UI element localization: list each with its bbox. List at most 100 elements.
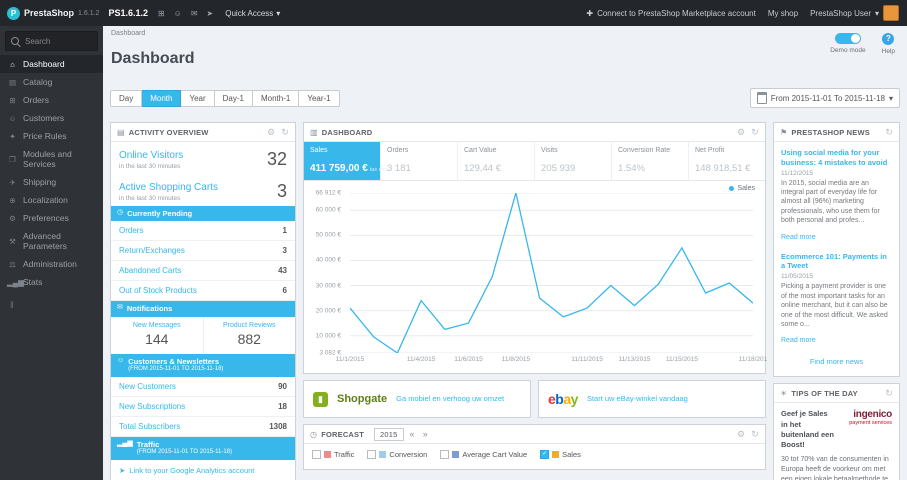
kpi-value: 1.54%	[618, 163, 645, 174]
product-reviews-cell[interactable]: Product Reviews 882	[202, 316, 296, 354]
news-panel-title: PRESTASHOP NEWS	[791, 127, 870, 137]
sidebar-item-advanced-parameters[interactable]: ⚒ Advanced Parameters	[0, 227, 103, 255]
sidebar-item-label: Preferences	[23, 213, 69, 223]
sidebar-item-orders[interactable]: ⊞ Orders	[0, 91, 103, 109]
read-more-link[interactable]: Read more	[781, 337, 816, 344]
help-control: ? Help	[882, 33, 895, 55]
sidebar-item-preferences[interactable]: ⚙ Preferences	[0, 209, 103, 227]
sidebar-item-stats[interactable]: ▂▄▆ Stats	[0, 273, 103, 291]
refresh-icon[interactable]: ↻	[885, 127, 893, 138]
catalog-icon: ▤	[8, 77, 17, 87]
read-more-link[interactable]: Read more	[781, 234, 816, 241]
checkbox[interactable]	[367, 450, 377, 459]
next-icon[interactable]: »	[421, 429, 430, 439]
forecast-legend-traffic[interactable]: Traffic	[312, 450, 354, 459]
news-column: ⚑ PRESTASHOP NEWS ↻ Using social media f…	[773, 122, 900, 480]
kpi-orders[interactable]: Orders 3 181	[381, 142, 458, 180]
gear-icon[interactable]: ⚙	[737, 127, 745, 138]
google-analytics-link[interactable]: Link to your Google Analytics account	[129, 466, 254, 475]
out-of-stock-link[interactable]: Out of Stock Products	[119, 286, 197, 295]
abandoned-carts-link[interactable]: Abandoned Carts	[119, 266, 181, 275]
gear-icon[interactable]: ⚙	[267, 127, 275, 138]
updates-icon[interactable]: ➤	[207, 9, 214, 18]
marketplace-connect-link[interactable]: ✚ Connect to PrestaShop Marketplace acco…	[586, 9, 755, 18]
active-carts-link[interactable]: Active Shopping Carts	[119, 182, 218, 193]
sidebar-item-customers[interactable]: ☺ Customers	[0, 109, 103, 127]
date-range-picker[interactable]: From 2015-11-01 To 2015-11-18 ▾	[749, 88, 900, 108]
period-month-1-button[interactable]: Month-1	[252, 89, 300, 107]
sidebar-item-price-rules[interactable]: ✦ Price Rules	[0, 127, 103, 145]
kpi-cart-value[interactable]: Cart Value 129,44 €	[458, 142, 535, 180]
online-visitors-metric: Online Visitors in the last 30 minutes 3…	[111, 142, 295, 174]
find-more-news-link[interactable]: Find more news	[781, 355, 892, 370]
gear-icon[interactable]: ⚙	[737, 429, 745, 440]
refresh-icon[interactable]: ↻	[751, 127, 759, 138]
sidebar-item-shipping[interactable]: ✈ Shipping	[0, 173, 103, 191]
customers-notification-icon[interactable]: ☺	[174, 9, 182, 18]
news-headline-link[interactable]: Using social media for your business: 4 …	[781, 148, 892, 168]
checkbox[interactable]	[312, 450, 321, 459]
sidebar-item-administration[interactable]: ⚖ Administration	[0, 255, 103, 273]
online-visitors-link[interactable]: Online Visitors	[119, 150, 183, 161]
refresh-icon[interactable]: ↻	[885, 388, 893, 399]
refresh-icon[interactable]: ↻	[281, 127, 289, 138]
demo-mode-control: Demo mode	[830, 33, 866, 55]
forecast-legend-average-cart-value[interactable]: Average Cart Value	[440, 450, 527, 459]
new-messages-cell[interactable]: New Messages 144	[111, 317, 203, 354]
forecast-year-select[interactable]: 2015	[374, 427, 404, 441]
new-customers-link[interactable]: New Customers	[119, 382, 176, 391]
tips-panel-icon: ☀	[780, 388, 788, 398]
search-icon	[11, 37, 19, 45]
kpi-value: 148 918,51 €	[695, 163, 751, 174]
sidebar-item-modules[interactable]: ❒ Modules and Services	[0, 145, 103, 173]
forecast-panel-header: ◷ FORECAST 2015 « » ⚙ ↻	[304, 425, 765, 444]
messages-notification-icon[interactable]: ✉	[191, 9, 198, 18]
kpi-visits[interactable]: Visits 205 939	[535, 142, 612, 180]
chart-legend: Sales	[729, 185, 755, 192]
forecast-legend-sales[interactable]: ✓ Sales	[540, 450, 581, 459]
period-year-1-button[interactable]: Year-1	[299, 89, 340, 107]
total-subscribers-link[interactable]: Total Subscribers	[119, 422, 180, 431]
prestashop-logo[interactable]: P PrestaShop 1.6.1.2	[0, 6, 106, 20]
returns-link[interactable]: Return/Exchanges	[119, 246, 185, 255]
kpi-conversion-rate[interactable]: Conversion Rate 1.54%	[612, 142, 689, 180]
period-day-1-button[interactable]: Day-1	[214, 89, 253, 107]
checkbox-checked[interactable]: ✓	[540, 450, 550, 459]
forecast-legend-conversion[interactable]: Conversion	[367, 450, 427, 459]
refresh-icon[interactable]: ↻	[751, 429, 759, 440]
user-avatar[interactable]	[883, 5, 899, 21]
dashboard-panel-icon: ▥	[310, 127, 318, 137]
ebay-link[interactable]: Start uw eBay-winkel vandaag	[587, 394, 688, 403]
kpi-net-profit[interactable]: Net Profit 148 918,51 €	[689, 142, 765, 180]
quick-access-menu[interactable]: Quick Access ▾	[225, 9, 280, 18]
kpi-sales[interactable]: Sales 411 759,00 € tax excl.	[304, 142, 390, 180]
ingenico-logo: ingenico payment services	[840, 409, 892, 426]
my-shop-link[interactable]: My shop	[768, 9, 798, 18]
period-month-button[interactable]: Month	[142, 89, 182, 107]
orders-notification-icon[interactable]: ⊞	[158, 9, 165, 18]
activity-overview-panel: ▤ ACTIVITY OVERVIEW ⚙ ↻ Online Visitors …	[110, 122, 296, 480]
previous-icon[interactable]: «	[408, 429, 417, 439]
sidebar-item-catalog[interactable]: ▤ Catalog	[0, 73, 103, 91]
panel-tools: ⚙ ↻	[267, 127, 289, 138]
sidebar-collapse-button[interactable]: ‖	[0, 291, 103, 319]
period-year-button[interactable]: Year	[181, 89, 215, 107]
news-excerpt: In 2015, social media are an integral pa…	[781, 179, 880, 225]
period-day-button[interactable]: Day	[110, 89, 143, 107]
sidebar-item-dashboard[interactable]: ⌂ Dashboard	[0, 55, 103, 73]
checkbox[interactable]	[440, 450, 450, 459]
news-headline-link[interactable]: Ecommerce 101: Payments in a Tweet	[781, 252, 892, 272]
new-subscriptions-link[interactable]: New Subscriptions	[119, 402, 185, 411]
orders-link[interactable]: Orders	[119, 226, 143, 235]
help-icon[interactable]: ?	[882, 33, 895, 45]
traffic-range: (FROM 2015-11-01 TO 2015-11-18)	[136, 449, 233, 455]
demo-mode-toggle[interactable]	[834, 33, 861, 44]
user-menu[interactable]: PrestaShop User ▾	[810, 5, 899, 21]
sales-chart: Sales 66 912 €60 000 €50 000 €40 000 €30…	[304, 181, 768, 373]
sidebar-search[interactable]	[5, 31, 98, 51]
search-input[interactable]	[23, 35, 92, 47]
shopgate-link[interactable]: Ga mobiel en verhoog uw omzet	[396, 394, 504, 403]
customers-newsletters-range: (FROM 2015-11-01 TO 2015-11-18)	[128, 366, 224, 373]
tips-panel-header: ☀ TIPS OF THE DAY ↻	[774, 384, 899, 404]
sidebar-item-localization[interactable]: ⊕ Localization	[0, 191, 103, 209]
